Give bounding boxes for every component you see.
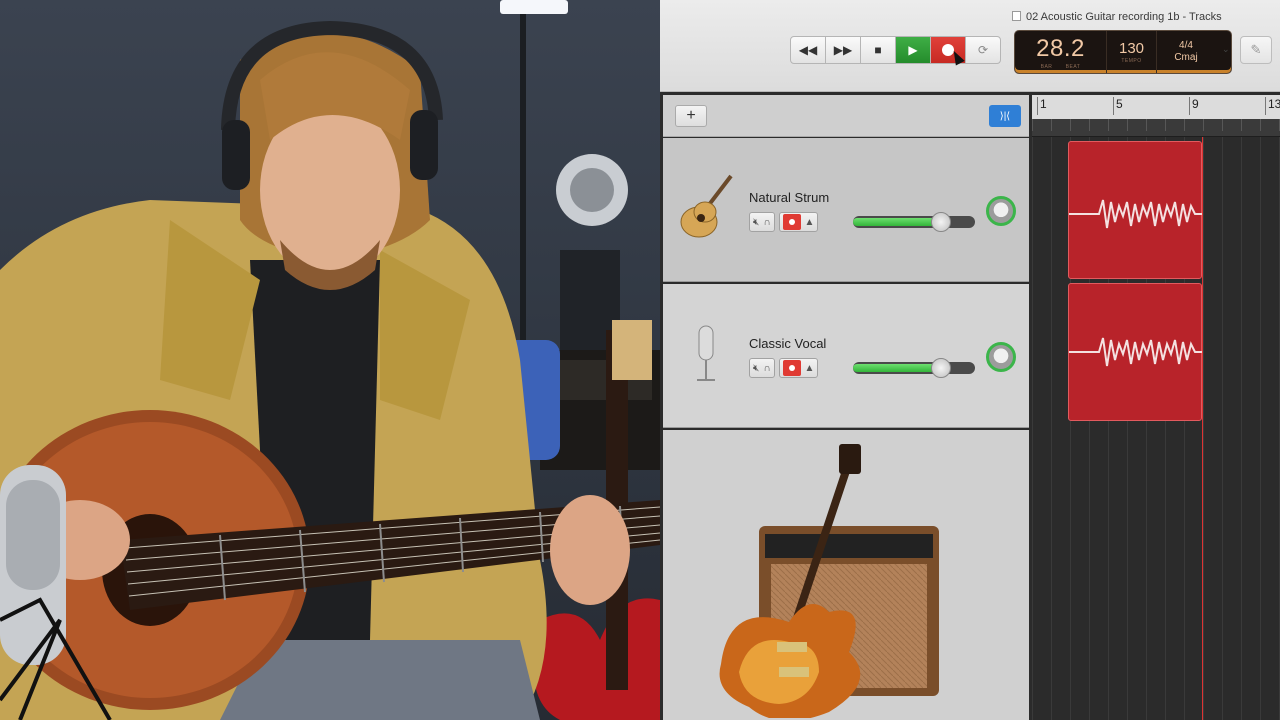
- volume-fill: [853, 218, 941, 226]
- rewind-icon: ◀◀: [798, 43, 818, 57]
- play-button[interactable]: ▶: [895, 36, 931, 64]
- input-monitor-icon[interactable]: ▲: [805, 217, 815, 228]
- stop-button[interactable]: ■: [860, 36, 896, 64]
- fast-forward-button[interactable]: ▶▶: [825, 36, 861, 64]
- mute-icon[interactable]: 🔇︎: [753, 217, 759, 228]
- ruler-subticks: [1032, 119, 1280, 131]
- catch-playhead-button[interactable]: ⟩|⟨: [989, 105, 1021, 127]
- cycle-icon: ⟳: [977, 43, 989, 57]
- headphones-icon[interactable]: ∩: [763, 217, 770, 228]
- volume-knob[interactable]: [931, 212, 951, 232]
- waveform: [1069, 337, 1203, 367]
- record-dot-icon: [788, 219, 795, 225]
- tracks-area[interactable]: [1032, 137, 1280, 720]
- waveform: [1069, 199, 1203, 229]
- acoustic-guitar-icon: [680, 174, 733, 238]
- video-frame: [0, 0, 660, 720]
- lcd-bar-label: BAR: [1040, 63, 1053, 70]
- window-title: 02 Acoustic Guitar recording 1b - Tracks: [1012, 11, 1222, 23]
- track-name[interactable]: Classic Vocal: [749, 336, 826, 351]
- lcd-beat-label: BEAT: [1065, 63, 1081, 70]
- lcd-time-signature: 4/4: [1179, 40, 1193, 51]
- mute-icon[interactable]: 🔇︎: [753, 363, 759, 374]
- track-controls: 🔇︎ ∩ ▲: [749, 212, 819, 232]
- guitarist-photo: [0, 0, 660, 720]
- record-enable-group: ▲: [778, 212, 819, 232]
- pencil-icon: ✎: [1250, 42, 1262, 57]
- record-dot-icon: [788, 365, 795, 371]
- plus-icon: +: [686, 107, 696, 124]
- track-controls: 🔇︎ ∩ ▲: [749, 358, 819, 378]
- mute-solo-group: 🔇︎ ∩: [749, 212, 775, 232]
- garageband-window: 02 Acoustic Guitar recording 1b - Tracks…: [660, 0, 1280, 720]
- playhead[interactable]: [1202, 137, 1203, 720]
- headphones-icon[interactable]: ∩: [763, 363, 770, 374]
- record-enable-button[interactable]: [782, 360, 801, 376]
- lcd-dropdown-icon[interactable]: ⌄: [1222, 44, 1230, 55]
- lcd-tempo-label: TEMPO: [1121, 58, 1142, 64]
- pan-knob[interactable]: [986, 342, 1016, 372]
- mute-solo-group: 🔇︎ ∩: [749, 358, 775, 378]
- input-monitor-icon[interactable]: ▲: [805, 363, 815, 374]
- volume-slider[interactable]: [853, 212, 975, 232]
- volume-knob[interactable]: [931, 358, 951, 378]
- lcd-position-value: 28.2: [1036, 34, 1085, 62]
- track-classic-vocal[interactable]: Classic Vocal 🔇︎ ∩ ▲: [663, 284, 1029, 428]
- stop-icon: ■: [874, 43, 882, 57]
- pan-knob[interactable]: [986, 196, 1016, 226]
- ruler-mark: 5: [1113, 97, 1123, 115]
- transport-controls: ◀◀ ▶▶ ■ ▶ ⟳: [790, 36, 1001, 66]
- audio-region[interactable]: [1068, 283, 1203, 421]
- record-enable-group: ▲: [778, 358, 819, 378]
- record-enable-button[interactable]: [782, 214, 801, 230]
- garageband-logo-icon: [719, 444, 939, 718]
- title-bar: 02 Acoustic Guitar recording 1b - Tracks…: [660, 0, 1280, 92]
- lcd-bar-beat-labels: BAR BEAT: [1041, 64, 1081, 70]
- track-natural-strum[interactable]: Natural Strum 🔇︎ ∩ ▲: [663, 138, 1029, 282]
- fast-forward-icon: ▶▶: [833, 43, 853, 57]
- microphone-icon: [697, 325, 715, 381]
- lcd-signature-key: 4/4 Cmaj: [1157, 31, 1215, 73]
- volume-slider[interactable]: [853, 358, 975, 378]
- ruler-mark: 13: [1264, 97, 1280, 115]
- timeline-ruler[interactable]: 1 5 9 13: [1032, 95, 1280, 137]
- lcd-tempo-value: 130: [1118, 40, 1145, 57]
- track-header-toolbar: + ⟩|⟨: [663, 95, 1029, 137]
- audio-region[interactable]: [1068, 141, 1203, 279]
- cycle-button[interactable]: ⟳: [965, 36, 1001, 64]
- window-title-text: 02 Acoustic Guitar recording 1b - Tracks: [1026, 11, 1222, 23]
- ruler-mark: 9: [1189, 97, 1199, 115]
- ruler-bar[interactable]: 1 5 9 13: [1032, 95, 1280, 119]
- document-icon: [1012, 11, 1021, 21]
- lcd-position: 28.2 BAR BEAT: [1015, 31, 1107, 73]
- lcd-tempo: 130 TEMPO: [1107, 31, 1157, 73]
- ruler-mark: 1: [1037, 97, 1047, 115]
- editor-button[interactable]: ✎: [1240, 36, 1272, 64]
- add-track-button[interactable]: +: [675, 105, 707, 127]
- empty-track-area[interactable]: [663, 430, 1029, 720]
- play-icon: ▶: [908, 43, 918, 57]
- lcd-display[interactable]: 28.2 BAR BEAT 130 TEMPO 4/4 Cmaj: [1014, 30, 1232, 74]
- volume-fill: [853, 364, 941, 372]
- lcd-key: Cmaj: [1174, 52, 1198, 63]
- track-name[interactable]: Natural Strum: [749, 190, 829, 205]
- rewind-button[interactable]: ◀◀: [790, 36, 826, 64]
- catch-icon: ⟩|⟨: [999, 110, 1011, 122]
